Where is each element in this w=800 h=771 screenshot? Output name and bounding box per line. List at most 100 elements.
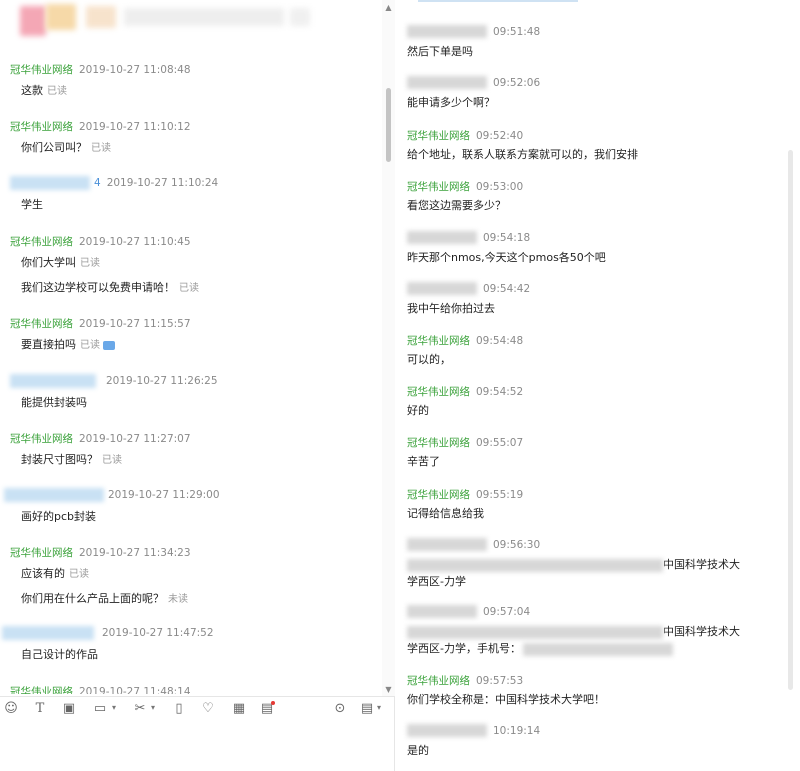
blurred-sender-name: [407, 76, 487, 89]
sender-name: 冠华伟业网络: [407, 181, 470, 193]
message-time: 09:54:18: [483, 231, 531, 244]
message-text: 可以的，: [407, 353, 451, 366]
message-time: 09:51:48: [493, 25, 541, 38]
scissors-icon[interactable]: ✂: [132, 701, 148, 717]
sender-name: 冠华伟业网络: [10, 121, 73, 133]
font-icon[interactable]: T: [32, 701, 48, 717]
sender-name: 4: [94, 177, 101, 189]
message-time: 2019-10-27 11:29:00: [108, 489, 220, 501]
notification-dot: [271, 701, 275, 705]
message-time: 2019-10-27 11:48:14: [79, 686, 191, 694]
chevron-down-icon[interactable]: ▾: [377, 703, 385, 712]
message-time: 09:54:52: [476, 386, 524, 398]
blurred-sender-name: [2, 626, 94, 640]
message-text: 自己设计的作品: [21, 648, 98, 661]
message-text: 封装尺寸图吗？: [21, 453, 98, 466]
history-icon[interactable]: ⊙: [332, 701, 348, 717]
message-time: 09:57:04: [483, 605, 531, 618]
sender-name: 冠华伟业网络: [407, 335, 470, 347]
chat-history-pane-right: 09:51:48 然后下单是吗 09:52:06 能申请多少个啊？ 冠华伟业网络…: [396, 0, 800, 771]
blurred-sender-name: [407, 605, 477, 618]
scrollbar-thumb[interactable]: [386, 88, 391, 162]
image-icon[interactable]: ▣: [61, 701, 77, 717]
read-status: 已读: [80, 258, 100, 269]
message-time: 09:55:19: [476, 489, 524, 501]
sender-name: 冠华伟业网络: [10, 686, 73, 694]
vibrate-icon[interactable]: ▯: [171, 701, 187, 717]
message-time: 09:55:07: [476, 437, 524, 449]
blurred-address: [407, 625, 663, 639]
message-time: 09:54:48: [476, 335, 524, 347]
message-text: 记得给信息给我: [407, 507, 484, 520]
message-time: 09:52:40: [476, 130, 524, 142]
message-text: 这款: [21, 84, 43, 97]
message-list[interactable]: 冠华伟业网络 2019-10-27 11:08:48 这款已读 冠华伟业网络 201…: [0, 44, 382, 694]
message-time: 2019-10-27 11:08:48: [79, 64, 191, 76]
sender-name: 冠华伟业网络: [10, 236, 73, 248]
chevron-down-icon[interactable]: ▾: [151, 703, 159, 712]
read-status: 已读: [179, 283, 199, 294]
tab-indicator: [418, 0, 578, 2]
sender-name: 冠华伟业网络: [407, 386, 470, 398]
message-time: 2019-10-27 11:34:23: [79, 547, 191, 559]
blurred-sender-name: [407, 282, 477, 295]
message-text: 看您这边需要多少？: [407, 199, 506, 212]
message-input[interactable]: [0, 722, 395, 771]
blurred-sender-name: [407, 231, 477, 244]
blurred-address: [407, 558, 663, 572]
read-status: 已读: [102, 455, 122, 466]
message-text: 然后下单是吗: [407, 45, 473, 58]
emoji-icon[interactable]: ☺: [3, 701, 19, 717]
message-time: 2019-10-27 11:10:12: [79, 121, 191, 133]
message-time: 09:53:00: [476, 181, 524, 193]
message-text: 你们学校全称是：中国科学技术大学吧！: [407, 693, 605, 706]
message-time: 2019-10-27 11:15:57: [79, 318, 191, 330]
message-text: 我中午给你拍过去: [407, 302, 495, 315]
input-toolbar: ☺ T ▣ ▭ ▾ ✂ ▾ ▯ ♡ ▦ ▤ ⊙ ▤ ▾: [0, 696, 395, 722]
sender-name: 冠华伟业网络: [10, 318, 73, 330]
message-text: 你们公司叫？: [21, 141, 87, 154]
sender-name: 冠华伟业网络: [407, 489, 470, 501]
message-text: 好的: [407, 404, 429, 417]
calculator-icon[interactable]: ▦: [231, 701, 247, 717]
read-status: 未读: [168, 594, 188, 605]
scroll-up-arrow-icon[interactable]: ▲: [384, 4, 393, 12]
sender-name: 冠华伟业网络: [10, 547, 73, 559]
scroll-down-arrow-icon[interactable]: ▼: [384, 686, 393, 694]
message-text: 画好的pcb封装: [21, 510, 97, 523]
message-text: 辛苦了: [407, 455, 440, 468]
message-time: 2019-10-27 11:10:24: [106, 177, 219, 189]
right-scrollbar[interactable]: [788, 150, 793, 690]
message-text: 学生: [21, 198, 43, 211]
read-status: 已读: [91, 143, 111, 154]
sender-name: 冠华伟业网络: [10, 64, 73, 76]
message-text: 中国科学技术大: [663, 625, 740, 638]
message-text: 能申请多少个啊？: [407, 96, 495, 109]
message-text-cont: 学西区-力学: [407, 575, 466, 588]
folder-icon[interactable]: ▭: [92, 701, 108, 717]
contact-header: [0, 0, 395, 44]
file-icon[interactable]: ▤: [359, 701, 375, 717]
blurred-sender-name: [4, 488, 104, 502]
message-time: 2019-10-27 11:26:25: [106, 375, 218, 387]
chat-history-pane: 冠华伟业网络 2019-10-27 11:08:48 这款已读 冠华伟业网络 201…: [0, 0, 395, 771]
message-list-scrollbar[interactable]: ▲ ▼: [382, 0, 395, 696]
message-time: 10:19:14: [493, 724, 541, 737]
blurred-sender-name: [407, 25, 487, 38]
clock-icon: [103, 340, 115, 350]
read-status: 已读: [69, 569, 89, 580]
message-text: 是的: [407, 744, 429, 757]
message-time: 2019-10-27 11:47:52: [102, 627, 214, 639]
heart-icon[interactable]: ♡: [200, 701, 216, 717]
sender-name: 冠华伟业网络: [407, 130, 470, 142]
message-time: 09:52:06: [493, 76, 541, 89]
sender-name: 冠华伟业网络: [10, 433, 73, 445]
blurred-phone: [522, 642, 673, 656]
message-text-cont: 学西区-力学，手机号：: [407, 642, 521, 655]
sender-name: 冠华伟业网络: [407, 437, 470, 449]
message-text: 给个地址，联系人联系方案就可以的，我们安排: [407, 148, 638, 161]
chevron-down-icon[interactable]: ▾: [112, 703, 120, 712]
blurred-sender-name: [10, 374, 96, 388]
message-text: 要直接拍吗: [21, 338, 76, 351]
message-text: 我们这边学校可以免费申请哈！: [21, 281, 175, 294]
